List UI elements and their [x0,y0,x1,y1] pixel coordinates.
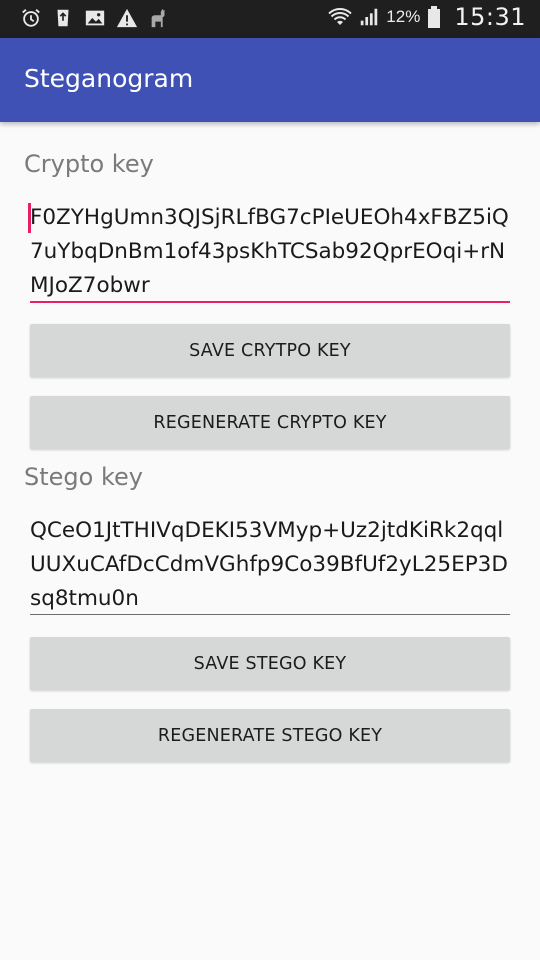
battery-icon [426,5,442,29]
signal-icon [358,5,380,29]
llama-icon [148,6,170,30]
recycle-bin-icon [52,6,74,30]
notification-icons [20,6,170,30]
warning-icon [116,6,138,30]
status-bar: 12% 15:31 [0,0,540,38]
battery-percent: 12% [386,7,421,26]
crypto-key-underline [30,301,510,303]
alarm-icon [20,6,42,30]
app-bar: Steganogram [0,38,540,122]
crypto-key-label: Crypto key [24,150,154,178]
wifi-icon [328,5,353,29]
stego-key-underline [30,614,510,615]
regenerate-stego-key-button[interactable]: REGENERATE STEGO KEY [30,709,510,762]
image-icon [84,6,106,30]
stego-key-label: Stego key [24,463,143,491]
save-crypto-key-button[interactable]: SAVE CRYTPO KEY [30,324,510,377]
system-icons: 12% 15:31 [328,3,526,31]
crypto-key-input[interactable]: F0ZYHgUmn3QJSjRLfBG7cPIeUEOh4xFBZ5iQ7uYb… [30,201,510,303]
clock: 15:31 [454,3,526,31]
app-title: Steganogram [24,64,194,93]
regenerate-crypto-key-button[interactable]: REGENERATE CRYPTO KEY [30,396,510,449]
save-stego-key-button[interactable]: SAVE STEGO KEY [30,637,510,690]
stego-key-input[interactable]: QCeO1JtTHIVqDEKI53VMyp+Uz2jtdKiRk2qqlUUX… [30,514,510,616]
